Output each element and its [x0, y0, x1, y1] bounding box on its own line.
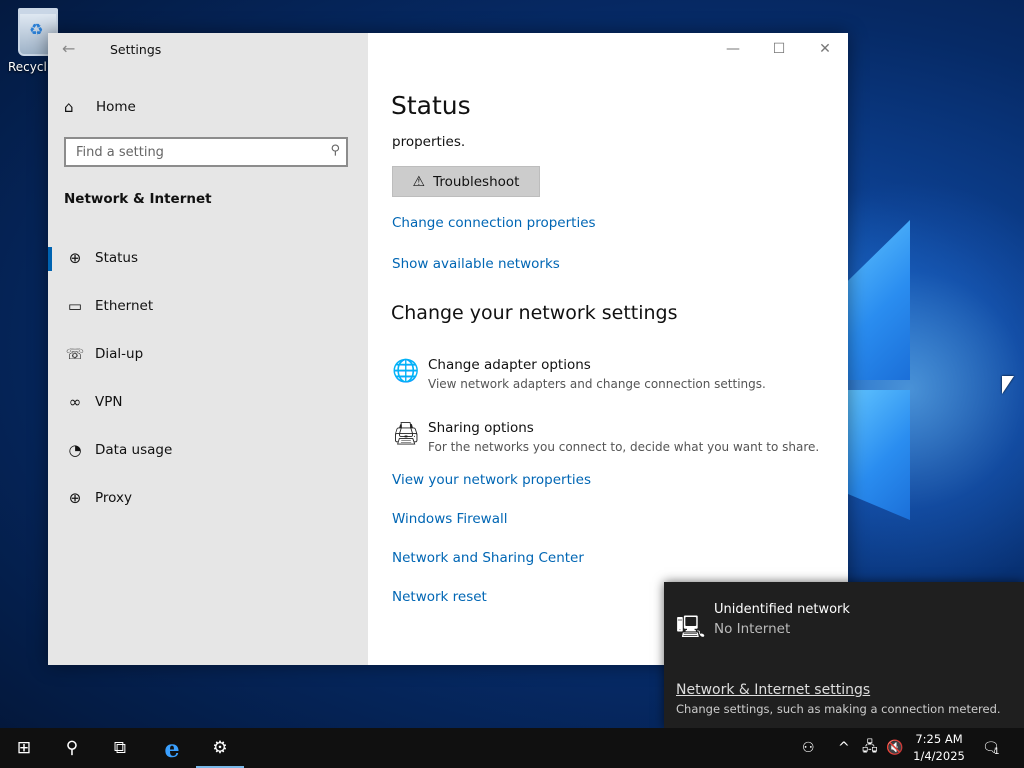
network-name[interactable]: Unidentified network	[714, 602, 850, 617]
adapter-globe-icon: 🌐	[392, 359, 420, 384]
sidebar-item-ethernet[interactable]: ▭ Ethernet	[48, 286, 368, 326]
troubleshoot-label: Troubleshoot	[433, 173, 520, 190]
clock-time: 7:25 AM	[915, 732, 963, 746]
taskbar: ⊞ ⚲ ⧉ e ⚙ ⚇ ^ 🖧 🔇 7:25 AM 1/4/2025 🗨 1	[0, 728, 1024, 768]
close-button[interactable]: ✕	[815, 41, 835, 57]
troubleshoot-button[interactable]: ⚠ Troubleshoot	[392, 166, 540, 197]
sidebar-item-vpn[interactable]: ∞ VPN	[48, 382, 368, 422]
people-button[interactable]: ⚇	[802, 728, 815, 768]
network-sharing-center-link[interactable]: Network and Sharing Center	[392, 550, 584, 566]
network-warning-icon: 🖧	[862, 739, 878, 755]
ethernet-icon: ▭	[67, 297, 83, 315]
network-reset-link[interactable]: Network reset	[392, 589, 487, 605]
section-title: Network & Internet	[64, 191, 212, 207]
home-nav-item[interactable]: ⌂ Home	[64, 95, 136, 119]
title-bar[interactable]: ← Settings	[48, 33, 368, 67]
task-view-button[interactable]: ⧉	[96, 728, 144, 768]
show-available-networks-link[interactable]: Show available networks	[392, 256, 560, 272]
sidebar-item-label: Ethernet	[95, 298, 154, 314]
sidebar-item-label: Data usage	[95, 442, 173, 458]
option-description: For the networks you connect to, decide …	[428, 440, 820, 454]
mouse-cursor-icon	[1002, 376, 1014, 394]
search-icon[interactable]: ⚲	[330, 143, 340, 158]
search-button[interactable]: ⚲	[48, 728, 96, 768]
sidebar-item-label: Dial-up	[95, 346, 144, 362]
network-monitor-icon: 🖳	[676, 615, 706, 640]
network-settings-description: Change settings, such as making a connec…	[676, 702, 1001, 716]
search-icon: ⚲	[65, 738, 79, 758]
page-title: Status	[391, 91, 471, 120]
proxy-globe-icon: ⊕	[68, 489, 82, 507]
clock[interactable]: 7:25 AM 1/4/2025	[906, 731, 972, 765]
sidebar-item-data-usage[interactable]: ◔ Data usage	[48, 430, 368, 470]
home-icon: ⌂	[64, 98, 74, 116]
minimize-button[interactable]: —	[723, 41, 743, 57]
window-title: Settings	[110, 42, 162, 57]
option-title: Sharing options	[428, 420, 534, 436]
task-view-icon: ⧉	[113, 738, 127, 758]
network-status: No Internet	[714, 621, 791, 637]
back-arrow-icon[interactable]: ←	[62, 39, 75, 58]
notification-count: 1	[993, 747, 1000, 757]
internet-explorer-button[interactable]: e	[148, 728, 196, 768]
action-center-button[interactable]: 🗨 1	[982, 728, 1000, 768]
sidebar-item-proxy[interactable]: ⊕ Proxy	[48, 478, 368, 518]
network-flyout: 🖳 Unidentified network No Internet Netwo…	[664, 582, 1024, 728]
network-tray-button[interactable]: 🖧	[862, 728, 878, 768]
partial-text: properties.	[392, 134, 466, 150]
search-input[interactable]	[66, 139, 316, 165]
globe-icon: ⊕	[68, 249, 82, 267]
sidebar-item-label: VPN	[95, 394, 123, 410]
sidebar-item-label: Status	[95, 250, 139, 266]
settings-taskbar-button[interactable]: ⚙	[196, 728, 244, 768]
sharing-options[interactable]: 🖨 Sharing options For the networks you c…	[392, 420, 832, 462]
windows-firewall-link[interactable]: Windows Firewall	[392, 511, 507, 527]
option-title: Change adapter options	[428, 357, 591, 373]
section-heading: Change your network settings	[391, 302, 678, 324]
network-settings-link[interactable]: Network & Internet settings	[676, 682, 870, 698]
warning-icon: ⚠	[412, 173, 426, 190]
sidebar: ← Settings ⌂ Home ⚲ Network & Internet ⊕…	[48, 33, 368, 665]
home-label: Home	[96, 99, 136, 115]
people-icon: ⚇	[802, 740, 815, 756]
start-button[interactable]: ⊞	[0, 728, 48, 768]
clock-date: 1/4/2025	[913, 749, 965, 763]
windows-logo-icon: ⊞	[16, 738, 32, 758]
vpn-icon: ∞	[68, 393, 82, 411]
view-network-properties-link[interactable]: View your network properties	[392, 472, 591, 488]
option-description: View network adapters and change connect…	[428, 377, 766, 391]
change-adapter-options[interactable]: 🌐 Change adapter options View network ad…	[392, 357, 832, 399]
sidebar-item-status[interactable]: ⊕ Status	[48, 238, 368, 278]
sharing-icon: 🖨	[392, 422, 420, 447]
internet-explorer-icon: e	[164, 733, 180, 763]
show-hidden-icons-button[interactable]: ^	[838, 728, 850, 768]
sidebar-item-dial-up[interactable]: ☏ Dial-up	[48, 334, 368, 374]
volume-muted-icon: 🔇	[886, 740, 904, 756]
chevron-up-icon: ^	[838, 740, 850, 756]
settings-window: ← Settings ⌂ Home ⚲ Network & Internet ⊕…	[48, 33, 848, 665]
search-box[interactable]: ⚲	[64, 137, 348, 167]
volume-button[interactable]: 🔇	[886, 728, 903, 768]
gear-icon: ⚙	[212, 738, 228, 758]
sidebar-item-label: Proxy	[95, 490, 132, 506]
change-connection-properties-link[interactable]: Change connection properties	[392, 215, 596, 231]
data-usage-icon: ◔	[68, 441, 82, 459]
maximize-button[interactable]: ☐	[769, 41, 789, 57]
main-content: — ☐ ✕ Status properties. ⚠ Troubleshoot …	[368, 33, 848, 665]
dialup-icon: ☏	[65, 345, 85, 363]
